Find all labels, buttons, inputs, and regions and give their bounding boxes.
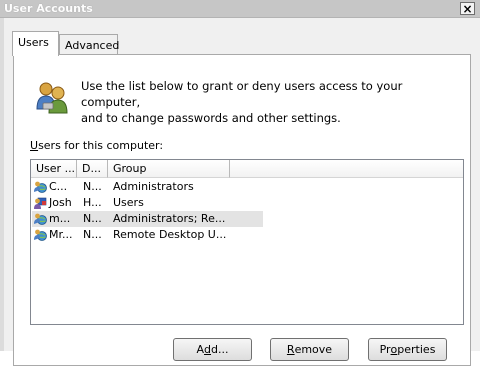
tab-users[interactable]: Users xyxy=(12,31,59,56)
tab-users-label: Users xyxy=(18,36,49,49)
close-button[interactable]: × xyxy=(460,2,475,15)
users-list-label: Users for this computer: xyxy=(30,139,163,152)
title-bar: User Accounts × xyxy=(0,0,480,18)
window-left-edge xyxy=(0,18,4,351)
column-header-user-label: User ... xyxy=(36,162,76,175)
row-1-group: Administrators xyxy=(113,180,194,193)
row-1-user: C... xyxy=(49,180,68,193)
users-list-label-key: U xyxy=(30,139,39,152)
remove-button-label-key: R xyxy=(286,343,295,356)
user-globe-icon xyxy=(34,229,47,241)
properties-button[interactable]: Pr o perties xyxy=(368,338,447,361)
description-line-1: Use the list below to grant or deny user… xyxy=(81,79,403,109)
add-button[interactable]: Ad d... xyxy=(173,338,252,361)
description-text: Use the list below to grant or deny user… xyxy=(81,78,461,126)
user-globe-icon xyxy=(34,181,47,193)
users-icon xyxy=(36,82,68,114)
column-header-domain[interactable]: D... xyxy=(77,160,108,178)
row-1-domain: N... xyxy=(83,180,102,193)
remove-button-label-post: emove xyxy=(294,343,333,356)
add-button-label-post: d... xyxy=(211,343,229,356)
tab-advanced[interactable]: Advanced xyxy=(59,34,120,54)
user-globe-icon xyxy=(34,213,47,225)
row-2-group: Users xyxy=(113,196,144,209)
row-4-domain: N... xyxy=(83,228,102,241)
row-3-user: m... xyxy=(49,212,71,225)
column-header-group[interactable]: Group xyxy=(108,160,230,178)
row-4-user: Mr... xyxy=(49,228,73,241)
remove-button[interactable]: Remove xyxy=(270,338,349,361)
close-icon: × xyxy=(462,1,473,16)
column-header-filler xyxy=(230,160,463,178)
row-4-group: Remote Desktop U... xyxy=(113,228,227,241)
properties-button-label-key: o xyxy=(390,343,398,356)
table-row[interactable]: Mr... N... Remote Desktop U... xyxy=(32,227,263,243)
row-3-group: Administrators; Re... xyxy=(113,212,226,225)
add-button-label-key: d xyxy=(204,343,212,356)
dialog-body: Users Advanced Use the list below to gra… xyxy=(0,18,480,366)
description-line-2: and to change passwords and other settin… xyxy=(81,111,341,125)
user-flag-icon xyxy=(34,197,47,209)
row-2-user: Josh xyxy=(49,196,72,209)
users-listview[interactable]: User ... D... Group C... N... Administra… xyxy=(30,159,464,325)
table-row[interactable]: m... N... Administrators; Re... xyxy=(32,211,263,227)
column-header-group-label: Group xyxy=(113,162,147,175)
users-tab-panel: Use the list below to grant or deny user… xyxy=(13,54,471,366)
tab-advanced-label: Advanced xyxy=(65,39,120,52)
window-title: User Accounts xyxy=(4,2,93,15)
add-button-label-pre: A xyxy=(196,343,205,356)
properties-button-label-post: perties xyxy=(397,343,436,356)
table-row[interactable]: C... N... Administrators xyxy=(32,179,263,195)
users-list-label-rest: sers for this computer: xyxy=(38,139,164,152)
properties-button-label-pre: Pr xyxy=(379,343,391,356)
column-header-user[interactable]: User ... xyxy=(31,160,77,178)
row-3-domain: N... xyxy=(83,212,102,225)
table-row[interactable]: Josh H... Users xyxy=(32,195,263,211)
row-2-domain: H... xyxy=(83,196,102,209)
column-header-domain-label: D... xyxy=(82,162,101,175)
